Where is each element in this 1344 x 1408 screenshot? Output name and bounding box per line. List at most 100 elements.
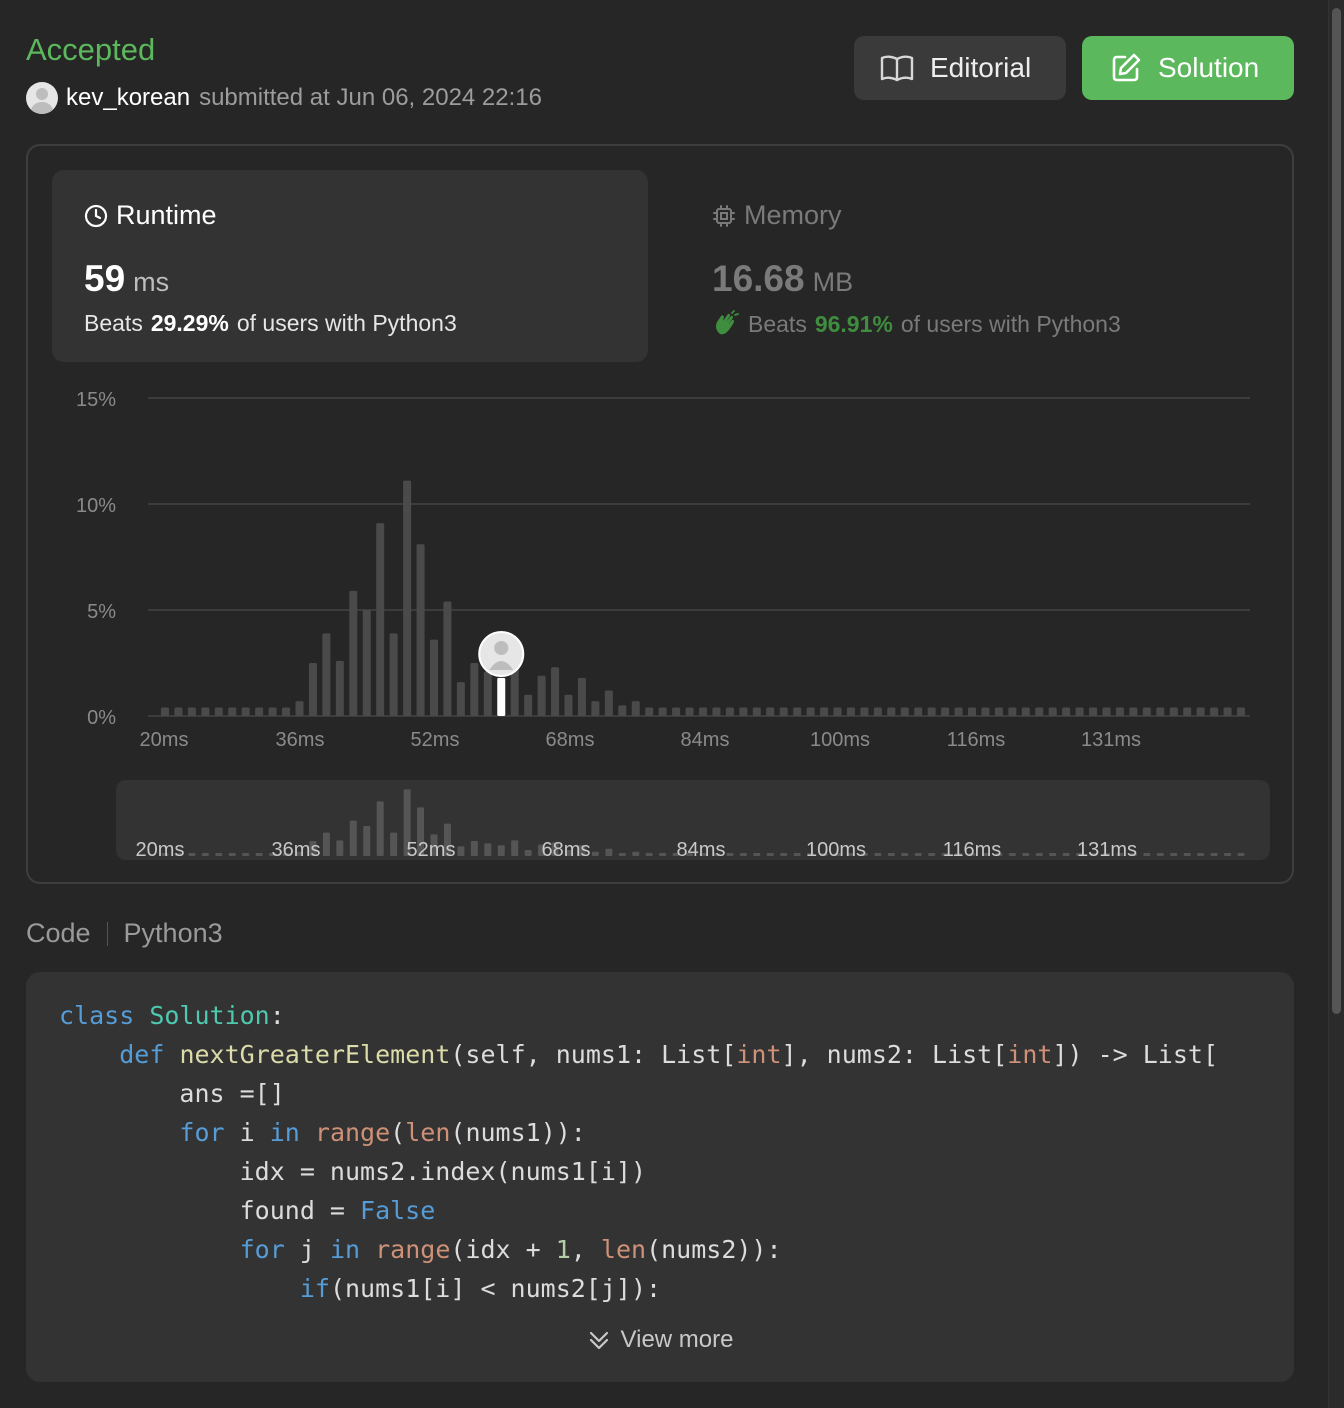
minimap-bar	[201, 853, 209, 856]
x-tick-label: 68ms	[546, 729, 595, 751]
minimap-bar	[659, 853, 667, 856]
label-divider	[106, 921, 108, 946]
editorial-label: Editorial	[930, 52, 1032, 83]
bar	[362, 610, 371, 716]
bar	[483, 671, 492, 716]
minimap-bar	[739, 853, 747, 856]
double-chevron-down-icon	[589, 1331, 608, 1350]
runtime-distribution-chart: 15% 10% 5% 0% 20ms 20ms 36ms 36ms 52ms 52ms 68ms 68…	[76, 389, 1250, 861]
minimap-bar	[228, 853, 236, 856]
bar	[766, 707, 775, 716]
code-language: Python3	[123, 918, 223, 948]
minimap-bar	[901, 853, 909, 856]
submitted-time: submitted at Jun 06, 2024 22:16	[199, 84, 542, 111]
bar	[887, 707, 896, 716]
minimap-bar	[376, 801, 384, 856]
bar	[725, 707, 734, 716]
bar	[1210, 707, 1219, 716]
minimap-bar	[928, 853, 936, 856]
minimap-tick-label: 52ms	[407, 839, 456, 861]
minimap-bar	[618, 853, 626, 856]
code-content[interactable]: class Solution: def nextGreaterElement(s…	[59, 996, 1218, 1308]
bar	[214, 707, 223, 716]
minimap-tick-label: 116ms	[943, 839, 1002, 861]
minimap-bar	[1035, 853, 1043, 856]
book-icon	[880, 55, 914, 82]
bar	[537, 675, 546, 716]
bar	[376, 523, 385, 716]
minimap-bar	[1197, 853, 1205, 856]
minimap-tick-label: 36ms	[272, 839, 321, 861]
minimap-bar	[766, 853, 774, 856]
bar	[241, 707, 250, 716]
bar	[1169, 707, 1178, 716]
minimap-tick-label: 131ms	[1077, 839, 1137, 861]
minimap-bar	[470, 841, 478, 856]
bar	[981, 707, 990, 716]
bar	[712, 707, 721, 716]
bar	[551, 667, 560, 716]
bar	[470, 663, 479, 716]
bar	[685, 707, 694, 716]
page-scrollbar[interactable]	[1328, 0, 1344, 1408]
y-tick-label: 5%	[87, 601, 116, 623]
minimap-bar	[1224, 853, 1232, 856]
minimap-bar	[188, 853, 196, 856]
username-link[interactable]: kev_korean	[66, 84, 190, 112]
code-section-label: Code Python3	[26, 918, 223, 949]
bar	[456, 682, 465, 716]
minimap-bar	[524, 850, 532, 856]
minimap-bar	[497, 845, 505, 856]
user-avatar[interactable]	[26, 82, 58, 114]
minimap-bar	[215, 853, 223, 856]
bar	[430, 639, 438, 716]
scrollbar-thumb[interactable]	[1332, 8, 1341, 1014]
minimap-bar	[484, 843, 492, 856]
bar	[833, 707, 842, 716]
solution-button[interactable]: Solution	[1082, 36, 1294, 100]
bar	[914, 707, 923, 716]
submission-header: Accepted kev_korean submitted at Jun 06,…	[26, 28, 1294, 114]
bar	[672, 707, 681, 716]
bar	[1223, 707, 1232, 716]
minimap-bar	[1143, 853, 1151, 856]
minimap-bar	[242, 853, 250, 856]
editorial-button[interactable]: Editorial	[854, 36, 1066, 100]
bar	[968, 707, 976, 716]
bar	[577, 677, 586, 716]
y-tick-label: 15%	[76, 389, 116, 411]
bar	[443, 601, 452, 716]
minimap-bar	[390, 832, 398, 856]
minimap-bar	[645, 853, 653, 856]
minimap-bar	[1170, 853, 1178, 856]
minimap-bar	[780, 853, 788, 856]
code-label: Code	[26, 918, 91, 948]
bar	[739, 707, 748, 716]
bar-highlighted	[497, 677, 506, 716]
minimap-bar	[1210, 853, 1218, 856]
bar	[201, 707, 210, 716]
minimap-bar	[874, 853, 882, 856]
minimap-bar	[363, 826, 371, 856]
view-more-button[interactable]: View more	[26, 1326, 1294, 1354]
submission-status: Accepted	[26, 32, 156, 67]
submitter-info: kev_korean submitted at Jun 06, 2024 22:…	[26, 82, 542, 114]
bar	[1237, 707, 1245, 716]
bar	[954, 707, 963, 716]
x-tick-label: 36ms	[276, 729, 325, 751]
minimap-bar	[457, 846, 465, 856]
bar	[187, 707, 196, 716]
bar	[174, 707, 183, 716]
minimap-bar	[914, 853, 922, 856]
bar	[1115, 707, 1124, 716]
bar	[860, 707, 869, 716]
bar	[1129, 707, 1138, 716]
y-tick-label: 10%	[76, 495, 116, 517]
minimap-bar	[632, 851, 640, 856]
stats-panel: Runtime 59 ms Beats 29.29% of users with Py…	[26, 144, 1294, 884]
code-block[interactable]: class Solution: def nextGreaterElement(s…	[26, 972, 1294, 1382]
bar	[591, 701, 600, 716]
bar	[308, 663, 317, 716]
x-tick-label: 84ms	[681, 729, 730, 751]
bar	[416, 544, 425, 716]
